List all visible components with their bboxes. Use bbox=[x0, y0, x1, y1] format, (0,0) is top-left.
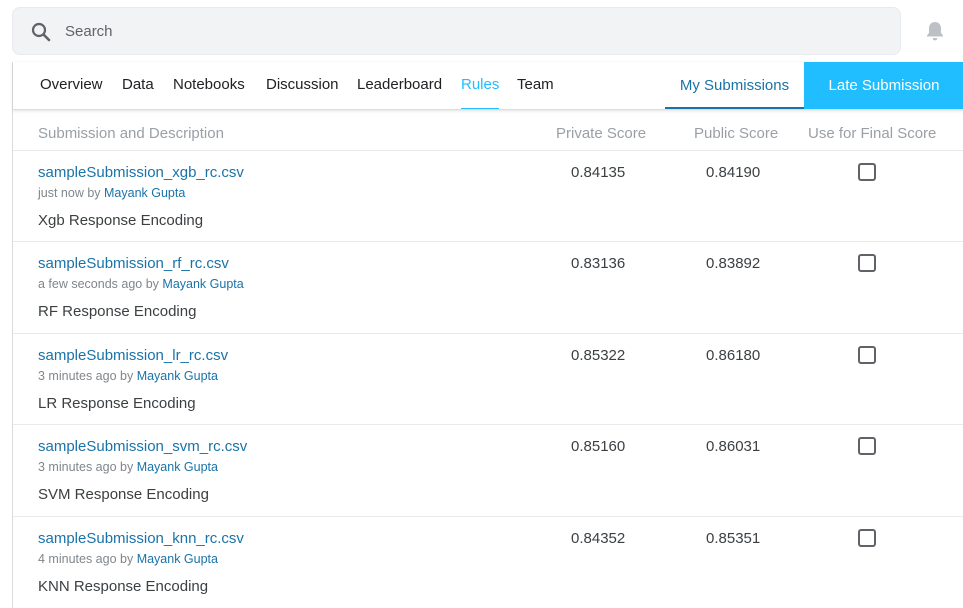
submission-file-link[interactable]: sampleSubmission_knn_rc.csv bbox=[38, 530, 244, 547]
submission-description: KNN Response Encoding bbox=[38, 578, 209, 595]
author-link[interactable]: Mayank Gupta bbox=[137, 552, 218, 566]
search-bar[interactable] bbox=[12, 7, 901, 55]
tab-discussion[interactable]: Discussion bbox=[266, 76, 339, 109]
submission-file-link[interactable]: sampleSubmission_svm_rc.csv bbox=[38, 438, 247, 455]
submission-time: a few seconds ago by bbox=[38, 277, 159, 291]
private-score: 0.84352 bbox=[571, 530, 626, 547]
submission-meta: 4 minutes ago by Mayank Gupta bbox=[38, 552, 218, 566]
submission-description: Xgb Response Encoding bbox=[38, 212, 204, 229]
column-header-public-score: Public Score bbox=[694, 125, 779, 142]
search-input[interactable] bbox=[65, 8, 885, 54]
public-score: 0.86031 bbox=[706, 438, 761, 455]
tab-team[interactable]: Team bbox=[517, 76, 554, 109]
private-score: 0.84135 bbox=[571, 164, 626, 181]
private-score: 0.85160 bbox=[571, 438, 626, 455]
table-row: sampleSubmission_xgb_rc.csv just now by … bbox=[13, 151, 963, 242]
submission-meta: a few seconds ago by Mayank Gupta bbox=[38, 277, 244, 291]
author-link[interactable]: Mayank Gupta bbox=[162, 277, 243, 291]
column-header-private-score: Private Score bbox=[556, 125, 647, 142]
tab-notebooks[interactable]: Notebooks bbox=[173, 76, 245, 109]
submission-time: just now by bbox=[38, 186, 101, 200]
submission-time: 3 minutes ago by bbox=[38, 460, 134, 474]
submission-meta: 3 minutes ago by Mayank Gupta bbox=[38, 460, 218, 474]
submissions-panel: Overview Data Notebooks Discussion Leade… bbox=[12, 62, 963, 608]
public-score: 0.83892 bbox=[706, 255, 761, 272]
private-score: 0.85322 bbox=[571, 347, 626, 364]
my-submissions-tab[interactable]: My Submissions bbox=[665, 62, 804, 109]
submission-file-link[interactable]: sampleSubmission_lr_rc.csv bbox=[38, 347, 228, 364]
search-icon bbox=[31, 22, 51, 42]
author-link[interactable]: Mayank Gupta bbox=[137, 460, 218, 474]
final-score-checkbox[interactable] bbox=[858, 529, 876, 547]
submission-description: LR Response Encoding bbox=[38, 395, 196, 412]
table-header: Submission and Description Private Score… bbox=[13, 110, 963, 151]
late-submission-button[interactable]: Late Submission bbox=[804, 62, 963, 109]
submission-description: RF Response Encoding bbox=[38, 303, 197, 320]
private-score: 0.83136 bbox=[571, 255, 626, 272]
submission-time: 4 minutes ago by bbox=[38, 552, 134, 566]
final-score-checkbox[interactable] bbox=[858, 254, 876, 272]
submission-file-link[interactable]: sampleSubmission_xgb_rc.csv bbox=[38, 164, 244, 181]
submission-description: SVM Response Encoding bbox=[38, 486, 209, 503]
column-header-description: Submission and Description bbox=[38, 125, 224, 142]
tab-rules[interactable]: Rules bbox=[461, 76, 500, 109]
author-link[interactable]: Mayank Gupta bbox=[137, 369, 218, 383]
column-header-final-score: Use for Final Score bbox=[808, 125, 937, 142]
notification-bell-icon[interactable] bbox=[924, 20, 946, 42]
table-row: sampleSubmission_lr_rc.csv 3 minutes ago… bbox=[13, 334, 963, 425]
final-score-checkbox[interactable] bbox=[858, 163, 876, 181]
final-score-checkbox[interactable] bbox=[858, 346, 876, 364]
table-row: sampleSubmission_rf_rc.csv a few seconds… bbox=[13, 242, 963, 334]
submission-meta: just now by Mayank Gupta bbox=[38, 186, 185, 200]
tab-overview[interactable]: Overview bbox=[40, 76, 103, 109]
public-score: 0.86180 bbox=[706, 347, 761, 364]
table-row: sampleSubmission_svm_rc.csv 3 minutes ag… bbox=[13, 425, 963, 517]
submission-time: 3 minutes ago by bbox=[38, 369, 134, 383]
public-score: 0.85351 bbox=[706, 530, 761, 547]
submission-meta: 3 minutes ago by Mayank Gupta bbox=[38, 369, 218, 383]
top-bar bbox=[0, 0, 963, 62]
competition-tabs: Overview Data Notebooks Discussion Leade… bbox=[13, 62, 963, 110]
tab-data[interactable]: Data bbox=[122, 76, 154, 109]
table-row: sampleSubmission_knn_rc.csv 4 minutes ag… bbox=[13, 517, 963, 608]
final-score-checkbox[interactable] bbox=[858, 437, 876, 455]
public-score: 0.84190 bbox=[706, 164, 761, 181]
author-link[interactable]: Mayank Gupta bbox=[104, 186, 185, 200]
submission-file-link[interactable]: sampleSubmission_rf_rc.csv bbox=[38, 255, 229, 272]
tab-leaderboard[interactable]: Leaderboard bbox=[357, 76, 442, 109]
